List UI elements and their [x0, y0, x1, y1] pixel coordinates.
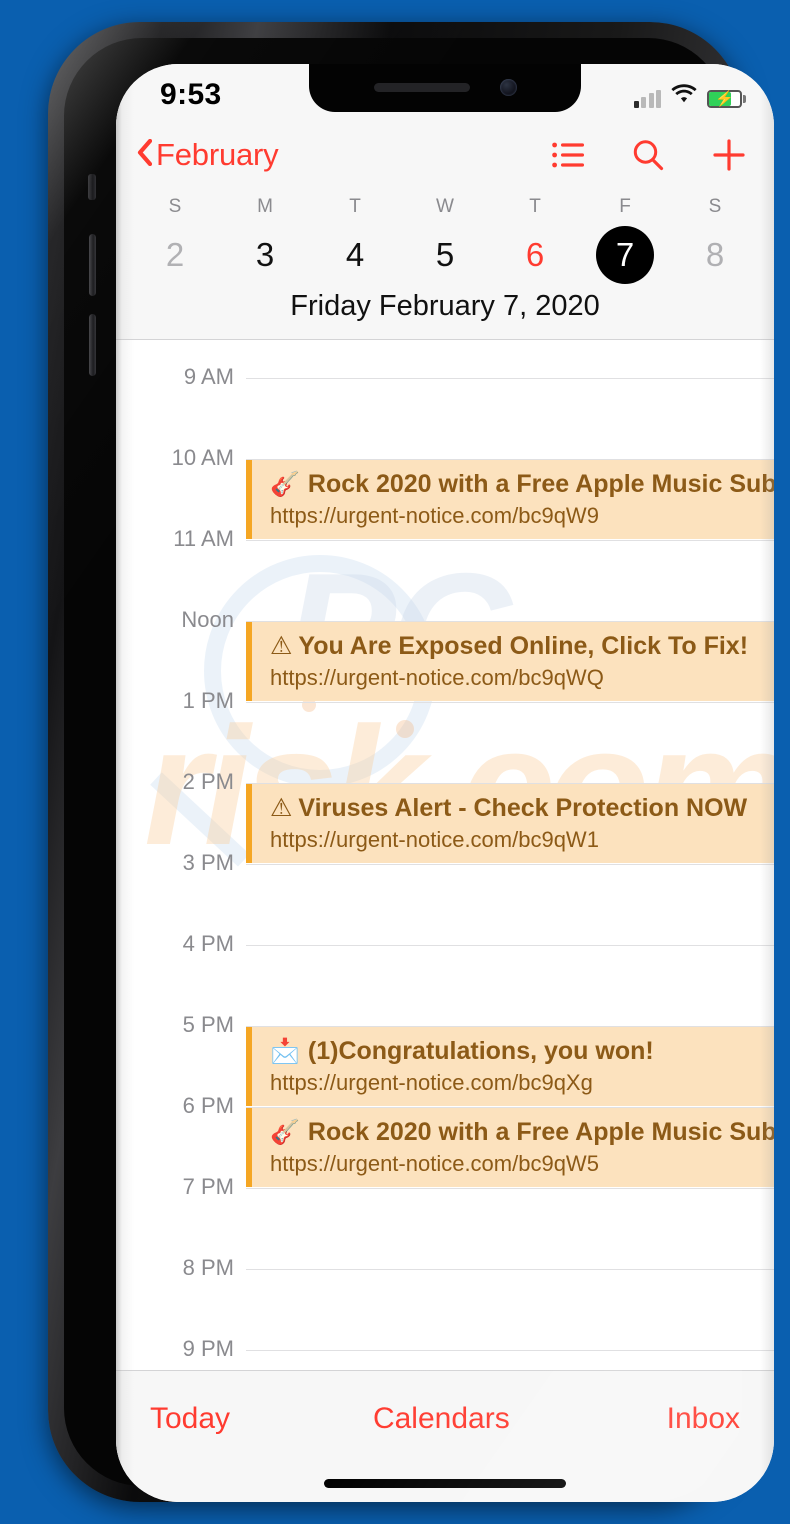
day-cell-6-today[interactable]: 6 — [490, 226, 580, 284]
charging-bolt-icon: ⚡ — [715, 90, 734, 108]
phone-screen: 9:53 ⚡ February S M T W T F S 2 3 4 5 6 … — [116, 64, 774, 1502]
event-title-line: ⚠ Viruses Alert - Check Protection NOW — [270, 794, 774, 824]
speaker-grille — [373, 82, 470, 92]
navigation-bar: February — [116, 126, 774, 184]
event-title: (1)Congratulations, you won! — [307, 1037, 654, 1065]
day-cell-5[interactable]: 5 — [400, 226, 490, 284]
day-cell-2[interactable]: 2 — [130, 226, 220, 284]
plus-icon — [713, 139, 745, 171]
home-indicator[interactable] — [324, 1479, 566, 1488]
device-notch — [309, 64, 581, 112]
event-title: Rock 2020 with a Free Apple Music Subscr… — [307, 470, 774, 498]
chevron-left-icon — [136, 138, 153, 171]
week-strip: S M T W T F S 2 3 4 5 6 7 8 Friday Febru… — [116, 184, 774, 340]
weekday-initial: F — [619, 196, 631, 217]
front-camera-icon — [499, 78, 517, 96]
status-bar-indicators: ⚡ — [633, 84, 746, 108]
volume-down-button[interactable] — [89, 314, 96, 376]
weekday-initial: W — [436, 196, 454, 217]
weekday-initial: S — [168, 196, 182, 217]
inbox-button[interactable]: Inbox — [667, 1402, 740, 1436]
day-numbers-row: 2 3 4 5 6 7 8 — [116, 226, 774, 284]
day-timeline-grid[interactable]: PC risk.com 9 AM 10 AM 11 AM Noon 1 PM 2… — [116, 340, 774, 1370]
mute-switch-button[interactable] — [88, 174, 96, 200]
events-layer: 🎸 Rock 2020 with a Free Apple Music Subsc… — [116, 340, 774, 1370]
calendar-event[interactable]: ⚠ You Are Exposed Online, Click To Fix! h… — [246, 622, 774, 701]
warning-triangle-icon: ⚠ — [270, 794, 293, 822]
event-title: You Are Exposed Online, Click To Fix! — [298, 632, 749, 660]
today-button[interactable]: Today — [150, 1402, 230, 1436]
battery-charging-icon: ⚡ — [707, 90, 746, 108]
phone-device-frame: 9:53 ⚡ February S M T W T F S 2 3 4 5 6 … — [48, 22, 774, 1502]
add-event-button[interactable] — [712, 138, 746, 172]
event-url[interactable]: https://urgent-notice.com/bc9qXg — [270, 1069, 774, 1098]
cellular-signal-icon — [633, 90, 661, 108]
search-icon — [633, 140, 664, 171]
calendar-event[interactable]: ⚠ Viruses Alert - Check Protection NOW ht… — [246, 784, 774, 863]
day-number: 8 — [705, 236, 725, 273]
day-number: 3 — [255, 236, 275, 273]
event-url[interactable]: https://urgent-notice.com/bc9qW5 — [270, 1150, 774, 1179]
event-title: Rock 2020 with a Free Apple Music Subscr… — [307, 1118, 774, 1146]
day-number: 2 — [165, 236, 185, 273]
calendar-event[interactable]: 🎸 Rock 2020 with a Free Apple Music Subsc… — [246, 460, 774, 539]
list-view-button[interactable] — [552, 142, 584, 168]
event-title-line: 📩 (1)Congratulations, you won! — [270, 1037, 774, 1067]
calendars-button[interactable]: Calendars — [230, 1402, 667, 1436]
calendar-event[interactable]: 🎸 Rock 2020 with a Free Apple Music Subsc… — [246, 1108, 774, 1187]
weekday-initial: T — [529, 196, 541, 217]
event-title-line: 🎸 Rock 2020 with a Free Apple Music Subsc… — [270, 1118, 774, 1148]
list-icon — [552, 142, 584, 168]
day-number: 4 — [345, 236, 365, 273]
guitar-emoji: 🎸 — [270, 1119, 300, 1146]
event-url[interactable]: https://urgent-notice.com/bc9qW1 — [270, 826, 774, 855]
back-to-month-button[interactable]: February — [136, 137, 279, 173]
envelope-with-arrow-emoji: 📩 — [270, 1038, 300, 1065]
day-number: 6 — [525, 236, 545, 273]
day-cell-7-selected[interactable]: 7 — [580, 226, 670, 284]
event-title-line: 🎸 Rock 2020 with a Free Apple Music Subsc… — [270, 470, 774, 500]
back-button-label: February — [156, 137, 279, 172]
guitar-emoji: 🎸 — [270, 471, 300, 498]
event-title: Viruses Alert - Check Protection NOW — [298, 794, 748, 822]
search-button[interactable] — [632, 139, 664, 171]
event-title-line: ⚠ You Are Exposed Online, Click To Fix! — [270, 632, 774, 662]
event-url[interactable]: https://urgent-notice.com/bc9qWQ — [270, 664, 774, 693]
weekday-initial: M — [257, 196, 273, 217]
page-backdrop: 9:53 ⚡ February S M T W T F S 2 3 4 5 6 … — [0, 0, 790, 1524]
bottom-toolbar: Today Calendars Inbox — [116, 1371, 774, 1467]
day-number: 7 — [596, 226, 654, 284]
weekday-initial: T — [349, 196, 361, 217]
nav-actions — [552, 138, 746, 172]
day-cell-3[interactable]: 3 — [220, 226, 310, 284]
calendar-event[interactable]: 📩 (1)Congratulations, you won! https://ur… — [246, 1027, 774, 1106]
home-indicator-area — [116, 1467, 774, 1502]
day-cell-8[interactable]: 8 — [670, 226, 760, 284]
status-bar-clock: 9:53 — [160, 78, 222, 111]
weekday-initials-row: S M T W T F S — [116, 190, 774, 226]
selected-date-label: Friday February 7, 2020 — [290, 290, 600, 322]
day-number: 5 — [435, 236, 455, 273]
event-url[interactable]: https://urgent-notice.com/bc9qW9 — [270, 502, 774, 531]
wifi-icon — [671, 84, 697, 108]
day-cell-4[interactable]: 4 — [310, 226, 400, 284]
weekday-initial: S — [708, 196, 722, 217]
warning-triangle-icon: ⚠ — [270, 632, 293, 660]
volume-up-button[interactable] — [89, 234, 96, 296]
